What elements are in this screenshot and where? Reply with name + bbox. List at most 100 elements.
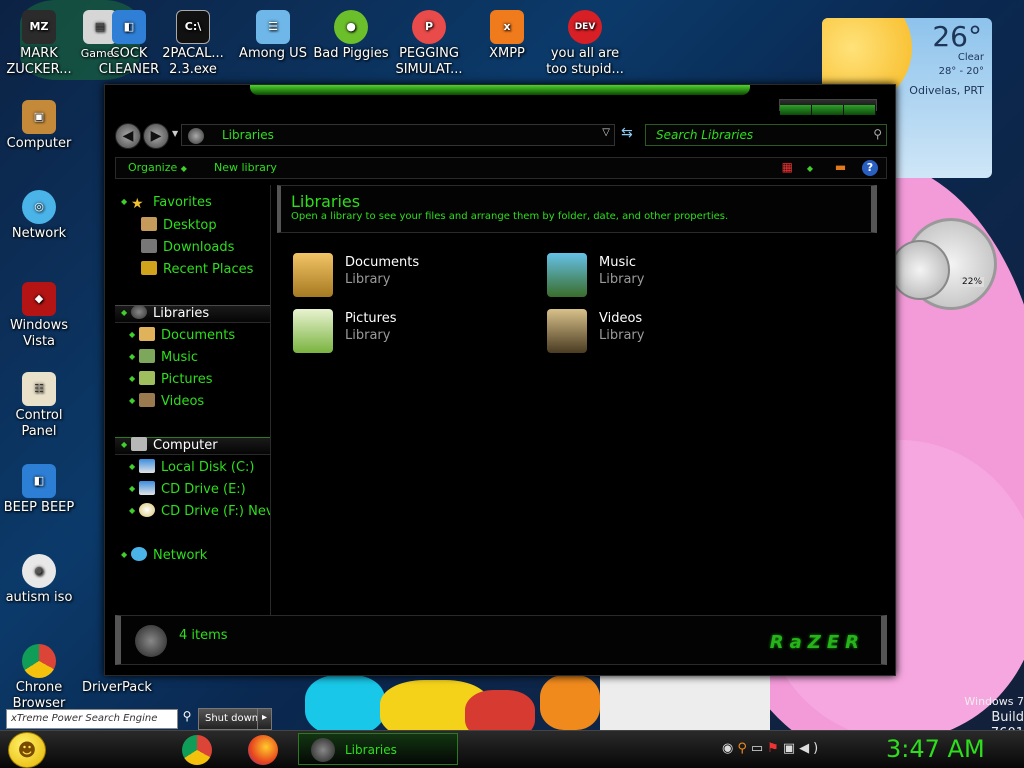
recent-places-icon [141,261,157,275]
wallpaper-cyan-splash [305,675,385,730]
volume-icon[interactable]: ◀) [799,741,822,756]
address-bar[interactable]: Libraries ▽ [181,124,615,146]
preview-pane-icon[interactable]: ▬ [835,160,846,174]
desktop-icon-network[interactable]: ◎ Network [0,190,82,242]
start-button[interactable]: ☻ [8,732,46,768]
view-dropdown-icon[interactable]: ◆ [807,164,813,173]
downloads-icon [141,239,157,253]
firefox-taskbar-icon[interactable] [248,735,278,765]
desktop-icon-driverpack[interactable]: DriverPack [74,680,160,696]
forward-button[interactable]: ▶ [143,123,169,149]
expand-icon: ◆ [129,462,136,471]
weather-condition: Clear [957,52,984,63]
nav-cd-drive-f[interactable]: ◆ CD Drive (F:) Neve [129,503,270,519]
library-item-pictures[interactable]: Pictures Library [293,307,533,355]
nav-videos[interactable]: ◆ Videos [129,393,204,409]
recent-pages-dropdown[interactable]: ▼ [172,129,178,138]
desktop-icon-control-panel[interactable]: ☷ Control Panel [0,372,82,440]
power-search-input[interactable]: xTreme Power Search Engine [6,709,178,729]
disc-tray-icon[interactable]: ◉ [722,741,737,756]
minimize-button[interactable] [780,105,812,115]
power-search-button[interactable]: ⚲ [178,709,196,729]
shutdown-button[interactable]: Shut down ▸ [198,708,272,730]
item-name: Music [599,255,636,270]
taskbar-libraries-button[interactable]: Libraries [298,733,458,765]
desktop-icon-label: PEGGING SIMULAT... [395,46,463,77]
desktop-icon-xmpp[interactable]: x XMPP [464,10,550,62]
item-name: Videos [599,311,643,326]
organize-button[interactable]: Organize ◆ [128,161,187,174]
shutdown-options-arrow[interactable]: ▸ [257,709,271,729]
desktop-icon-computer[interactable]: ▣ Computer [0,100,82,152]
system-clock[interactable]: 3:47 AM [886,735,985,763]
nav-desktop[interactable]: Desktop [141,217,217,233]
star-icon: ★ [131,196,144,212]
nav-pictures[interactable]: ◆ Pictures [129,371,212,387]
nav-documents[interactable]: ◆ Documents [129,327,235,343]
maximize-button[interactable] [812,105,844,115]
desktop-icon [141,217,157,231]
desktop-icon-chrone-browser[interactable]: Chrone Browser [0,644,82,712]
expand-icon: ◆ [121,440,128,449]
navigation-pane: ◆ ★ Favorites Desktop Downloads Recent Pla… [115,185,271,615]
desktop-icon-autism-iso[interactable]: ◉ autism iso [0,554,82,606]
music-icon [139,349,155,363]
nav-local-disk-c[interactable]: ◆ Local Disk (C:) [129,459,254,475]
nav-cd-drive-e[interactable]: ◆ CD Drive (E:) [129,481,246,497]
content-subtitle: Open a library to see your files and arr… [291,211,729,222]
network-tray-icon[interactable]: ▣ [783,741,799,756]
search-input[interactable]: Search Libraries ⚲ [645,124,887,146]
drive-tray-icon[interactable]: ▭ [751,741,767,756]
desktop-icon-2pacal[interactable]: C:\ 2PACAL... 2.3.exe [150,10,236,78]
nav-label: CD Drive (E:) [161,482,246,497]
nav-computer[interactable]: ◆ Computer [121,437,218,453]
item-type: Library [599,272,645,287]
nav-downloads[interactable]: Downloads [141,239,234,255]
music-library-icon [547,253,587,297]
action-center-flag-icon[interactable]: ⚑ [767,741,783,756]
item-type: Library [345,272,391,287]
app-icon: ◧ [112,10,146,44]
expand-icon: ◆ [121,550,128,559]
expand-icon: ◆ [129,396,136,405]
help-icon[interactable]: ? [862,160,878,176]
dev-cpp-icon: DEV [568,10,602,44]
change-view-icon[interactable]: ▦ [782,160,793,174]
desktop-icon-windows-vista[interactable]: ◆ Windows Vista [0,282,82,350]
search-tray-icon[interactable]: ⚲ [737,741,751,756]
shutdown-label: Shut down [205,713,259,724]
chrome-taskbar-icon[interactable] [182,735,212,765]
window-top-glow [250,85,750,95]
desktop-icon-bad-piggies[interactable]: ● Bad Piggies [308,10,394,62]
desktop-icon-beep-beep[interactable]: ◧ BEEP BEEP [0,464,82,516]
nav-label: Music [161,350,198,365]
library-item-videos[interactable]: Videos Library [547,307,787,355]
back-button[interactable]: ◀ [115,123,141,149]
search-icon[interactable]: ⚲ [873,127,882,141]
desktop-icon-you-all-are[interactable]: DEV you all are too stupid... [542,10,628,78]
library-item-music[interactable]: Music Library [547,251,787,299]
desktop-icon-label: you all are too stupid... [546,46,624,77]
organize-label: Organize [128,161,178,174]
watermark-line2: Build 7601 [991,710,1024,730]
app-icon: P [412,10,446,44]
nav-music[interactable]: ◆ Music [129,349,198,365]
wallpaper-orange-splash [540,675,600,730]
item-name: Documents [345,255,420,270]
network-icon: ◎ [22,190,56,224]
nav-favorites[interactable]: ◆ ★ Favorites [121,195,212,212]
desktop-icon-label: 2PACAL... 2.3.exe [162,46,224,77]
nav-libraries[interactable]: ◆ Libraries [121,305,209,321]
nav-recent-places[interactable]: Recent Places [141,261,253,277]
new-library-button[interactable]: New library [214,161,277,174]
close-button[interactable] [844,105,876,115]
desktop-icon-label: XMPP [489,46,525,61]
desktop-icon-among-us[interactable]: ☰ Among US [230,10,316,62]
videos-icon [139,393,155,407]
desktop-icon-pegging-simulat[interactable]: P PEGGING SIMULAT... [386,10,472,78]
nav-label: Local Disk (C:) [161,460,255,475]
address-dropdown-icon[interactable]: ▽ [602,127,610,138]
refresh-icon[interactable]: ⇆ [621,125,633,141]
nav-network[interactable]: ◆ Network [121,547,207,563]
library-item-documents[interactable]: Documents Library [293,251,533,299]
